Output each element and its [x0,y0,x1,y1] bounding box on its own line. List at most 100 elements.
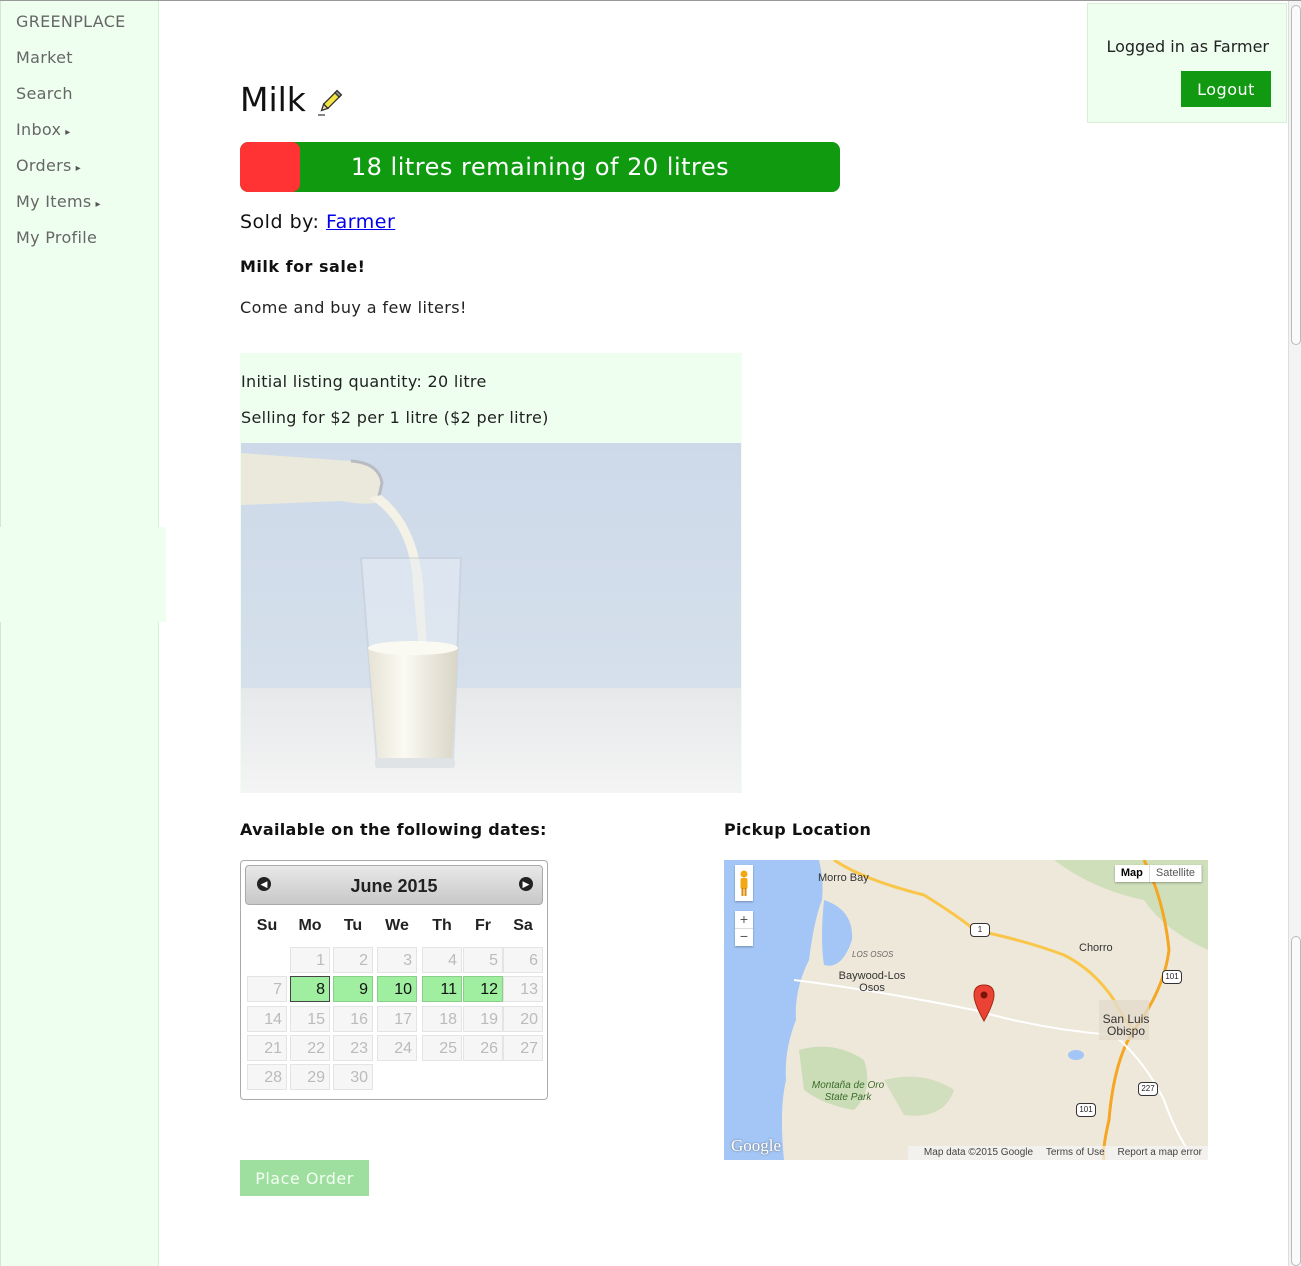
calendar-month-title: June 2015 [350,876,438,896]
calendar-day: 6 [503,947,543,973]
sidebar-item-market[interactable]: Market [16,48,73,67]
sidebar-item-label: Search [16,84,73,103]
calendar-day: 26 [463,1034,503,1061]
calendar-day: 22 [290,1034,330,1061]
sidebar-item-label: Market [16,48,73,67]
calendar-day: 27 [503,1034,543,1061]
map-place-label: LOS OSOS [852,950,894,959]
calendar-day: 7 [247,976,287,1003]
sold-by: Sold by: Farmer [240,211,395,233]
calendar-day: 14 [247,1005,287,1032]
weekday-header: Su [256,917,278,934]
edit-pencil-icon[interactable] [316,88,344,116]
map-place-label: Baywood-Los Osos [838,970,906,994]
place-order-button[interactable]: Place Order [240,1160,369,1196]
map-type-satellite-button[interactable]: Satellite [1149,865,1202,882]
weekday-header: Tu [343,917,363,934]
calendar-day: 23 [333,1034,373,1061]
price-text: Selling for $2 per 1 litre ($2 per litre… [241,408,549,427]
calendar-header: ◀ June 2015 ▶ [245,865,543,905]
logout-button[interactable]: Logout [1181,71,1271,107]
sidebar-item-label: My Items [16,192,92,211]
sidebar-item-orders[interactable]: Orders ▸ [16,156,81,175]
map-footer: Map data ©2015 Google Terms of Use Repor… [907,1146,1208,1160]
calendar-day: 15 [290,1005,330,1032]
initial-quantity: Initial listing quantity: 20 litre [241,372,487,391]
window-top-border [0,0,1301,1]
weekday-header: We [385,917,409,934]
calendar-day: 2 [333,947,373,973]
scrollbar-thumb[interactable] [1291,5,1301,345]
map-report-link[interactable]: Report a map error [1118,1147,1202,1158]
weekday-header: Fr [475,917,491,934]
calendar-day: 1 [290,947,330,973]
seller-link[interactable]: Farmer [326,211,395,233]
availability-calendar: ◀ June 2015 ▶ Su Mo Tu We Th Fr Sa 1 2 3 4 5 6 7 8 9 10 1… [240,860,548,1100]
submenu-arrow-icon: ▸ [75,163,81,174]
map-zoom-controls: + − [735,911,753,946]
location-marker-icon[interactable] [973,984,995,1022]
route-shield-icon: 101 [1076,1103,1096,1117]
login-panel: Logged in as Farmer Logout [1087,3,1287,123]
map-terms-link[interactable]: Terms of Use [1046,1147,1105,1158]
calendar-day: 20 [503,1005,543,1032]
map-type-control: Map Satellite [1114,865,1202,882]
sidebar-item-my-profile[interactable]: My Profile [16,228,97,247]
scrollbar-thumb-lower[interactable] [1291,936,1301,1266]
page-title: Milk [240,80,306,119]
calendar-day: 3 [377,947,417,973]
calendar-day[interactable]: 10 [377,976,417,1003]
calendar-day: 16 [333,1005,373,1032]
calendar-day[interactable]: 8 [290,976,330,1003]
route-shield-icon: 1 [970,923,990,937]
sidebar-item-my-items[interactable]: My Items ▸ [16,192,101,211]
map-place-label: San Luis Obispo [1102,1012,1150,1038]
route-shield-icon: 101 [1162,970,1182,984]
next-month-icon[interactable]: ▶ [519,877,533,891]
sidebar-item-label: My Profile [16,228,98,247]
calendar-day: 17 [377,1005,417,1032]
calendar-day: 25 [422,1034,462,1061]
calendar-day: 13 [503,976,543,1003]
sidebar-item-inbox[interactable]: Inbox ▸ [16,120,71,139]
calendar-day[interactable]: 11 [422,976,462,1003]
brand-link[interactable]: GREENPLACE [16,12,126,31]
map-terrain [724,860,1208,1160]
weekday-header: Mo [298,917,322,934]
product-photo [241,443,741,793]
street-view-pegman-icon[interactable] [735,865,753,901]
map-attribution: Map data ©2015 Google [923,1147,1034,1158]
weekday-header: Th [432,917,452,934]
sidebar-item-label: Orders [16,156,72,175]
sidebar-notch [0,527,166,622]
zoom-out-icon[interactable]: − [735,929,753,946]
page-scrollbar[interactable] [1288,1,1301,1266]
calendar-day[interactable]: 9 [333,976,373,1003]
calendar-day: 5 [463,947,503,973]
listing-description: Come and buy a few liters! [240,298,467,317]
sidebar [0,1,159,1266]
calendar-day: 21 [247,1034,287,1061]
calendar-day: 19 [463,1005,503,1032]
pickup-map[interactable]: Morro Bay Chorro LOS OSOS Baywood-Los Osos S… [724,860,1208,1160]
zoom-in-icon[interactable]: + [735,911,753,929]
weekday-header: Sa [513,917,533,934]
listing-headline: Milk for sale! [240,257,366,276]
calendar-day: 30 [333,1064,373,1091]
quantity-progress-bar: 18 litres remaining of 20 litres [240,142,840,192]
map-type-map-button[interactable]: Map [1114,865,1150,882]
progress-text: 18 litres remaining of 20 litres [350,153,730,181]
submenu-arrow-icon: ▸ [95,199,101,210]
submenu-arrow-icon: ▸ [65,127,71,138]
calendar-day: 24 [377,1034,417,1061]
route-shield-icon: 227 [1138,1082,1158,1096]
pickup-heading: Pickup Location [724,820,872,839]
calendar-day: 29 [290,1064,330,1091]
map-place-label: Chorro [1079,942,1113,954]
sold-by-label: Sold by: [240,211,320,233]
map-place-label: Morro Bay [818,872,869,884]
calendar-day: 18 [422,1005,462,1032]
calendar-day[interactable]: 12 [463,976,503,1003]
sidebar-item-search[interactable]: Search [16,84,73,103]
google-logo: Google [731,1136,782,1155]
